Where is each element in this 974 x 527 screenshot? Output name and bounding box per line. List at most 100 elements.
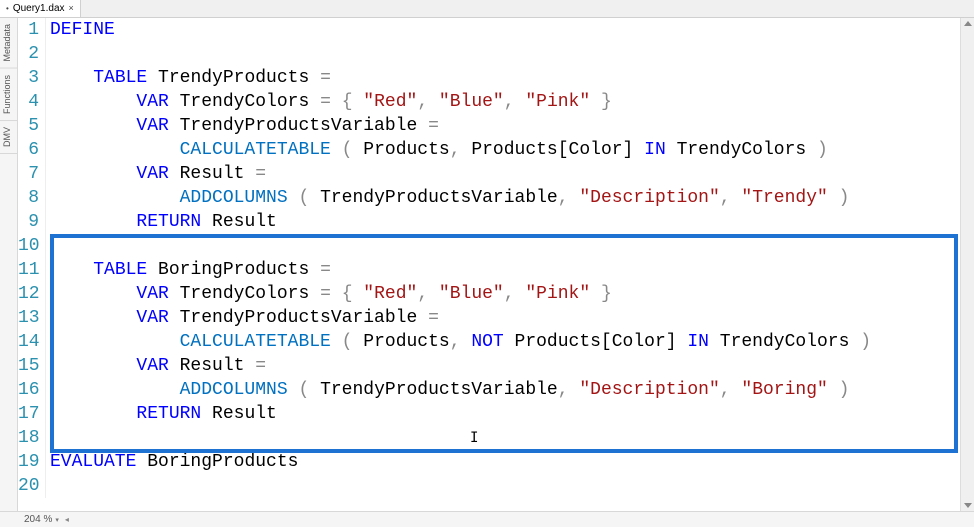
code-line[interactable]: 10: [18, 234, 974, 258]
code-content[interactable]: EVALUATE BoringProducts: [46, 450, 974, 474]
token-identifier: [50, 140, 180, 160]
code-line[interactable]: 18: [18, 426, 974, 450]
token-string: "Pink": [525, 92, 590, 112]
token-identifier: [288, 188, 299, 208]
code-content[interactable]: [46, 474, 974, 498]
code-content[interactable]: VAR TrendyProductsVariable =: [46, 114, 974, 138]
code-line[interactable]: 11 TABLE BoringProducts =: [18, 258, 974, 282]
token-keyword: IN: [687, 332, 709, 352]
token-string: "Blue": [439, 92, 504, 112]
code-content[interactable]: ADDCOLUMNS ( TrendyProductsVariable, "De…: [46, 378, 974, 402]
line-number: 4: [18, 90, 46, 114]
tab-bar: • Query1.dax ×: [0, 0, 974, 18]
code-content[interactable]: VAR TrendyColors = { "Red", "Blue", "Pin…: [46, 90, 974, 114]
token-string: "Description": [579, 188, 719, 208]
token-identifier: TrendyProductsVariable: [169, 308, 428, 328]
code-line[interactable]: 12 VAR TrendyColors = { "Red", "Blue", "…: [18, 282, 974, 306]
side-tab-functions[interactable]: Functions: [0, 69, 17, 121]
code-line[interactable]: 9 RETURN Result: [18, 210, 974, 234]
code-line[interactable]: 19EVALUATE BoringProducts: [18, 450, 974, 474]
token-identifier: [331, 92, 342, 112]
token-operator: (: [298, 188, 309, 208]
dirty-marker-icon: •: [6, 4, 9, 13]
code-line[interactable]: 1DEFINE: [18, 18, 974, 42]
token-keyword: DEFINE: [50, 20, 115, 40]
line-number: 9: [18, 210, 46, 234]
status-bar: 204 % ◂: [0, 511, 974, 527]
file-tab[interactable]: • Query1.dax ×: [0, 0, 81, 17]
side-tab-metadata[interactable]: Metadata: [0, 18, 17, 69]
code-content[interactable]: RETURN Result: [46, 210, 974, 234]
code-line[interactable]: 3 TABLE TrendyProducts =: [18, 66, 974, 90]
code-content[interactable]: RETURN Result: [46, 402, 974, 426]
code-content[interactable]: [46, 426, 974, 450]
close-icon[interactable]: ×: [69, 4, 74, 13]
token-keyword: TABLE: [93, 260, 147, 280]
code-line[interactable]: 17 RETURN Result: [18, 402, 974, 426]
code-line[interactable]: 13 VAR TrendyProductsVariable =: [18, 306, 974, 330]
code-content[interactable]: CALCULATETABLE ( Products, Products[Colo…: [46, 138, 974, 162]
code-content[interactable]: CALCULATETABLE ( Products, NOT Products[…: [46, 330, 974, 354]
chevron-left-icon[interactable]: ◂: [65, 515, 69, 524]
token-identifier: Products: [352, 140, 449, 160]
token-operator: ,: [450, 140, 461, 160]
code-line[interactable]: 2: [18, 42, 974, 66]
code-line[interactable]: 4 VAR TrendyColors = { "Red", "Blue", "P…: [18, 90, 974, 114]
token-string: "Boring": [741, 380, 827, 400]
code-content[interactable]: [46, 234, 974, 258]
token-keyword: VAR: [136, 164, 168, 184]
token-identifier: [50, 332, 180, 352]
code-content[interactable]: TABLE BoringProducts =: [46, 258, 974, 282]
code-line[interactable]: 15 VAR Result =: [18, 354, 974, 378]
code-content[interactable]: DEFINE: [46, 18, 974, 42]
line-number: 3: [18, 66, 46, 90]
code-line[interactable]: 8 ADDCOLUMNS ( TrendyProductsVariable, "…: [18, 186, 974, 210]
line-number: 15: [18, 354, 46, 378]
token-identifier: TrendyColors: [169, 92, 320, 112]
token-operator: =: [255, 164, 266, 184]
code-content[interactable]: VAR Result =: [46, 354, 974, 378]
token-identifier: [828, 380, 839, 400]
token-keyword: IN: [644, 140, 666, 160]
line-number: 14: [18, 330, 46, 354]
token-identifier: [50, 212, 136, 232]
main-area: Metadata Functions DMV 1DEFINE23 TABLE T…: [0, 18, 974, 511]
code-line[interactable]: 14 CALCULATETABLE ( Products, NOT Produc…: [18, 330, 974, 354]
code-line[interactable]: 6 CALCULATETABLE ( Products, Products[Co…: [18, 138, 974, 162]
text-cursor-icon: I: [470, 430, 478, 446]
code-content[interactable]: TABLE TrendyProducts =: [46, 66, 974, 90]
token-operator: =: [320, 92, 331, 112]
token-operator: =: [320, 68, 331, 88]
token-identifier: [50, 308, 136, 328]
token-operator: ,: [504, 92, 526, 112]
token-identifier: TrendyProductsVariable: [309, 188, 557, 208]
token-identifier: Products[Color]: [461, 140, 645, 160]
code-editor[interactable]: 1DEFINE23 TABLE TrendyProducts =4 VAR Tr…: [18, 18, 974, 511]
token-operator: ,: [558, 188, 580, 208]
line-number: 18: [18, 426, 46, 450]
code-content[interactable]: [46, 42, 974, 66]
code-content[interactable]: VAR TrendyColors = { "Red", "Blue", "Pin…: [46, 282, 974, 306]
token-operator: =: [320, 260, 331, 280]
token-identifier: [50, 92, 136, 112]
token-identifier: [50, 284, 136, 304]
token-keyword: VAR: [136, 356, 168, 376]
code-line[interactable]: 5 VAR TrendyProductsVariable =: [18, 114, 974, 138]
line-number: 8: [18, 186, 46, 210]
code-content[interactable]: VAR TrendyProductsVariable =: [46, 306, 974, 330]
token-identifier: [331, 140, 342, 160]
code-line[interactable]: 16 ADDCOLUMNS ( TrendyProductsVariable, …: [18, 378, 974, 402]
code-content[interactable]: ADDCOLUMNS ( TrendyProductsVariable, "De…: [46, 186, 974, 210]
token-identifier: Result: [169, 164, 255, 184]
line-number: 16: [18, 378, 46, 402]
code-line[interactable]: 7 VAR Result =: [18, 162, 974, 186]
token-operator: ,: [720, 188, 742, 208]
side-panel-tabs: Metadata Functions DMV: [0, 18, 18, 511]
zoom-dropdown[interactable]: 204 %: [24, 514, 59, 525]
line-number: 5: [18, 114, 46, 138]
vertical-scrollbar[interactable]: [960, 18, 974, 511]
code-content[interactable]: VAR Result =: [46, 162, 974, 186]
token-identifier: [50, 380, 180, 400]
side-tab-dmv[interactable]: DMV: [0, 121, 17, 154]
code-line[interactable]: 20: [18, 474, 974, 498]
